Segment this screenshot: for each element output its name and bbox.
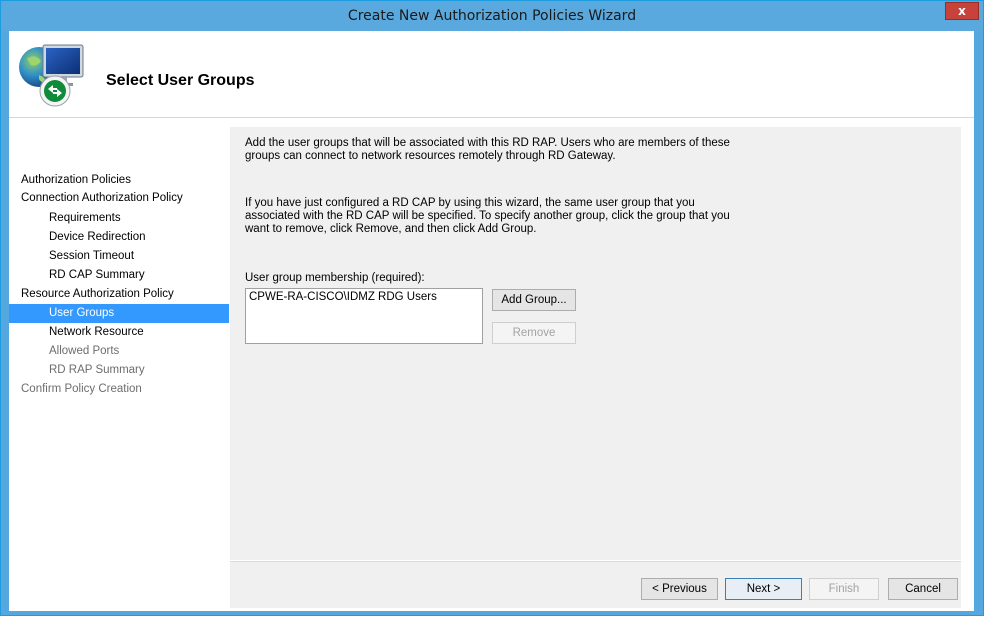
list-item[interactable]: CPWE-RA-CISCO\IDMZ RDG Users (249, 291, 437, 303)
nav-step-authorization-policies[interactable]: Authorization Policies (21, 171, 131, 190)
user-group-membership-label: User group membership (required): (245, 272, 425, 284)
wizard-content-panel: Add the user groups that will be associa… (230, 127, 961, 560)
nav-step-resource-authorization-policy[interactable]: Resource Authorization Policy (21, 285, 174, 304)
intro-text: Add the user groups that will be associa… (245, 137, 730, 162)
window-title: Create New Authorization Policies Wizard (347, 8, 637, 24)
close-button[interactable]: x (945, 2, 979, 20)
user-group-listbox[interactable]: CPWE-RA-CISCO\IDMZ RDG Users (245, 288, 483, 344)
remove-button[interactable]: Remove (492, 322, 576, 344)
nav-step-connection-authorization-policy[interactable]: Connection Authorization Policy (21, 189, 183, 208)
previous-button[interactable]: < Previous (641, 578, 718, 600)
note-text: If you have just configured a RD CAP by … (245, 197, 730, 235)
wizard-client-area: Select User Groups Authorization Policie… (9, 31, 974, 611)
wizard-header: Select User Groups (9, 31, 974, 118)
add-group-button[interactable]: Add Group... (492, 289, 576, 311)
nav-step-rd-cap-summary[interactable]: RD CAP Summary (49, 266, 145, 285)
nav-step-confirm-policy-creation: Confirm Policy Creation (21, 383, 142, 395)
nav-step-session-timeout[interactable]: Session Timeout (49, 247, 134, 266)
title-bar: Create New Authorization Policies Wizard… (1, 1, 983, 31)
nav-step-rd-rap-summary: RD RAP Summary (49, 364, 145, 376)
nav-step-allowed-ports: Allowed Ports (49, 345, 120, 357)
wizard-step-list: Authorization Policies Connection Author… (9, 118, 229, 611)
rd-gateway-computer-icon (19, 44, 84, 107)
finish-button[interactable]: Finish (809, 578, 879, 600)
cancel-button[interactable]: Cancel (888, 578, 958, 600)
nav-step-network-resource[interactable]: Network Resource (49, 323, 144, 342)
next-button[interactable]: Next > (725, 578, 802, 600)
wizard-footer: < Previous Next > Finish Cancel (230, 561, 961, 608)
nav-step-user-groups[interactable]: User Groups (9, 304, 229, 323)
nav-step-device-redirection[interactable]: Device Redirection (49, 228, 146, 247)
wizard-window: Create New Authorization Policies Wizard… (0, 0, 984, 616)
page-title: Select User Groups (106, 72, 255, 89)
nav-step-requirements[interactable]: Requirements (49, 209, 121, 228)
